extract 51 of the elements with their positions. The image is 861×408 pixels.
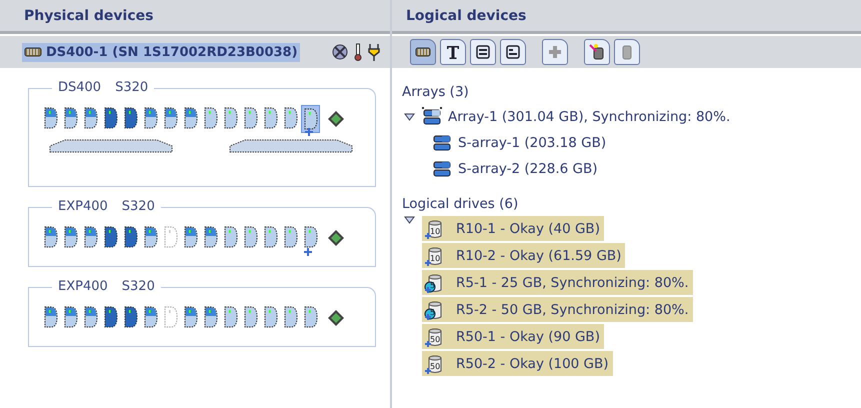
panel-title: Logical devices [392,0,861,34]
drive-label: R5-1 - 25 GB, Synchronizing: 80%. [456,274,689,290]
controller-label: S320 [122,198,155,216]
drive-label: R50-1 - Okay (90 GB) [456,328,600,344]
collapse-icon[interactable] [404,113,414,121]
toolbar-button[interactable] [584,39,610,65]
drive-label: R5-2 - 50 GB, Synchronizing: 80%. [456,302,689,318]
wizard-icon [588,43,606,61]
array-label[interactable]: S-array-2 (228.6 GB) [458,161,598,177]
split-icon [504,43,522,61]
plus-icon [305,128,313,136]
drive-row[interactable]: 50 R50-1 - Okay (90 GB) [422,324,604,349]
toolbar-button[interactable] [410,39,436,65]
drive-row[interactable]: 10 R10-1 - Okay (40 GB) [422,216,604,241]
plus-icon [304,248,312,256]
drive-row[interactable]: 5 R5-2 - 50 GB, Synchronizing: 80%. [422,297,693,322]
fan-icon[interactable] [332,44,348,60]
disk-slot[interactable] [301,105,320,133]
add-icon [546,43,564,61]
array-label[interactable]: Array-1 (301.04 GB), Synchronizing: 80%. [448,109,730,125]
chip-icon [327,309,345,327]
array-label[interactable]: S-array-1 (203.18 GB) [458,135,606,151]
thermometer-icon[interactable] [354,43,362,61]
drive-row[interactable]: 50 R50-2 - Okay (100 GB) [422,351,613,376]
array-icon [422,107,442,127]
device-selector[interactable]: DS400-1 (SN 1S17002RD23B0038) [22,42,300,62]
toolbar-button[interactable] [470,39,496,65]
controller-label: S320 [122,278,155,296]
enclosure-model: DS400 [58,79,102,97]
enclosure-icon [24,46,42,58]
drive-label: R50-2 - Okay (100 GB) [456,356,609,372]
enclosure-model: EXP400 [58,278,108,296]
toolbar-button[interactable] [440,39,466,65]
enclosure-model: EXP400 [58,198,108,216]
panel-title: Physical devices [0,0,390,34]
array-icon [432,133,452,153]
toolbar-button[interactable] [500,39,526,65]
drive-row[interactable]: 10 R10-2 - Okay (61.59 GB) [422,243,626,268]
drive-label: R10-2 - Okay (61.59 GB) [456,248,622,264]
text-icon [444,43,462,61]
collapse-icon[interactable] [404,216,414,224]
section-heading: Logical drives (6) [402,196,520,212]
drive-label: R10-1 - Okay (40 GB) [456,220,600,236]
section-heading: Arrays (3) [402,84,470,100]
controller-label: S320 [115,79,148,97]
drive-row[interactable]: 5 R5-1 - 25 GB, Synchronizing: 80%. [422,270,693,295]
chip-icon [327,229,345,247]
plug-icon[interactable] [368,43,380,61]
array-icon [432,159,452,179]
rows-icon [474,43,492,61]
chip-icon [327,110,345,128]
